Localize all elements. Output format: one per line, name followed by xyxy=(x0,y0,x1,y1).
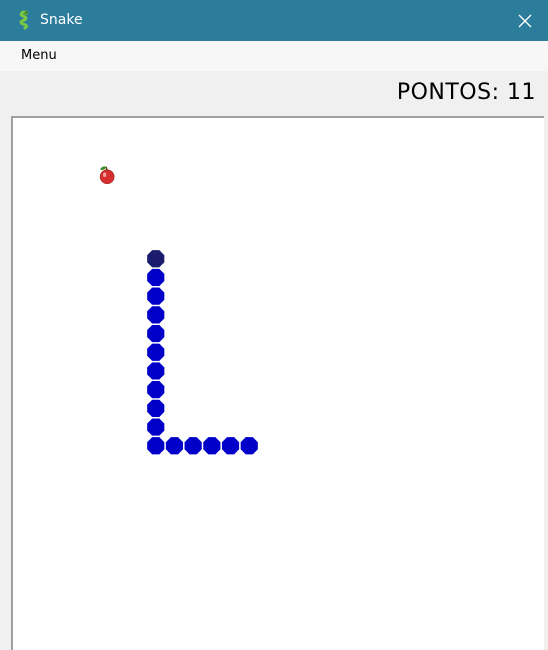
snake-head xyxy=(147,250,165,268)
close-icon xyxy=(518,14,532,28)
menu-bar: Menu xyxy=(0,41,548,71)
snake-segment xyxy=(221,437,240,455)
snake-segment xyxy=(147,399,165,417)
snake-segment xyxy=(147,418,165,436)
menu-item-menu[interactable]: Menu xyxy=(10,45,68,67)
title-bar[interactable]: Snake xyxy=(0,0,548,41)
snake-segment xyxy=(203,437,221,455)
game-window: Snake Menu PONTOS: 11 xyxy=(0,0,548,650)
game-board[interactable] xyxy=(11,116,544,650)
snake-segment xyxy=(147,268,165,287)
snake-segment xyxy=(165,437,184,455)
score-bar: PONTOS: 11 xyxy=(0,71,548,115)
snake-segment xyxy=(147,343,165,361)
snake-icon xyxy=(15,10,35,30)
close-button[interactable] xyxy=(502,0,548,41)
score-label: PONTOS: 11 xyxy=(396,80,536,105)
window-edge xyxy=(544,116,548,650)
snake-segment xyxy=(147,437,165,455)
snake-segment xyxy=(147,381,165,399)
snake-segment xyxy=(184,437,202,455)
snake-segment xyxy=(147,324,165,343)
snake-segment xyxy=(240,437,258,455)
game-canvas xyxy=(99,166,258,455)
snake-segment xyxy=(147,306,165,324)
snake-segment xyxy=(147,287,165,305)
snake-segment xyxy=(147,362,165,380)
window-title: Snake xyxy=(40,12,83,28)
apple-icon xyxy=(99,166,115,185)
